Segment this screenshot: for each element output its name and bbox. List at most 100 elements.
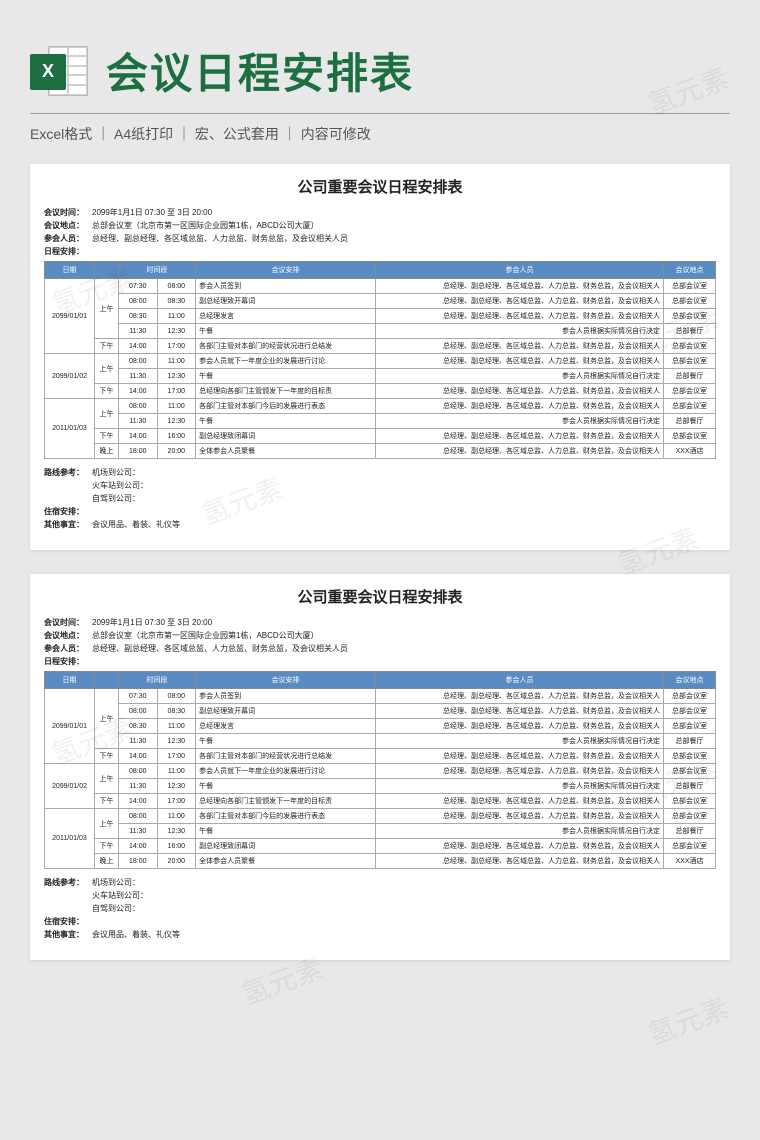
footer-row: 自驾到公司： [44,493,716,504]
cell-date: 2011/01/03 [45,809,95,869]
col-header: 日期 [45,262,95,279]
cell-time-end: 08:00 [157,279,196,294]
cell-place: 总部餐厅 [664,779,716,794]
table-row: 下午14:0016:00副总经理致闭幕词总经理、副总经理、各区域总监、人力总监、… [45,839,716,854]
cell-period: 上午 [95,279,119,339]
cell-people: 总经理、副总经理、各区域总监、人力总监、财务总监，及会议相关人 [376,689,664,704]
doc-title: 公司重要会议日程安排表 [44,586,716,607]
meta-label: 参会人员： [44,233,92,244]
page-header: X 会议日程安排表 [30,40,730,101]
cell-people: 总经理、副总经理、各区域总监、人力总监、财务总监，及会议相关人 [376,339,664,354]
table-row: 下午14:0017:00总经理向各部门主管颁发下一年度的目标责总经理、副总经理、… [45,384,716,399]
footer-value: 会议用品、着装、礼仪等 [92,929,180,940]
cell-time-start: 07:30 [119,279,158,294]
cell-people: 总经理、副总经理、各区域总监、人力总监、财务总监，及会议相关人 [376,354,664,369]
template-card: 公司重要会议日程安排表会议时间：2099年1月1日 07:30 至 3日 20:… [30,574,730,960]
table-row: 08:0008:30副总经理致开幕词总经理、副总经理、各区域总监、人力总监、财务… [45,294,716,309]
table-row: 2099/01/02上午08:0011:00参会人员就下一年度企业的发展进行讨论… [45,354,716,369]
cell-period: 上午 [95,764,119,794]
footer-row: 火车站到公司： [44,890,716,901]
cell-people: 参会人员根据实际情况自行决定 [376,414,664,429]
cell-time-start: 14:00 [119,429,158,444]
cell-place: 总部会议室 [664,339,716,354]
cell-people: 总经理、副总经理、各区域总监、人力总监、财务总监，及会议相关人 [376,309,664,324]
cell-time-end: 11:00 [157,719,196,734]
excel-icon: X [30,42,88,100]
schedule-table: 日期时间段会议安排参会人员会议地点2099/01/01上午07:3008:00参… [44,671,716,869]
cell-time-start: 08:00 [119,764,158,779]
cell-place: 总部餐厅 [664,734,716,749]
cell-time-start: 18:00 [119,444,158,459]
cell-people: 总经理、副总经理、各区域总监、人力总监、财务总监，及会议相关人 [376,399,664,414]
cell-people: 参会人员根据实际情况自行决定 [376,824,664,839]
cell-period: 下午 [95,839,119,854]
cell-place: 总部会议室 [664,279,716,294]
cell-task: 参会人员就下一年度企业的发展进行讨论 [196,764,376,779]
col-header: 会议安排 [196,262,376,279]
footer-value: 机场到公司： [92,467,140,478]
table-row: 11:3012:30午餐参会人员根据实际情况自行决定总部餐厅 [45,369,716,384]
footer-row: 住宿安排： [44,916,716,927]
cell-time-start: 14:00 [119,794,158,809]
meta-value: 总经理、副总经理、各区域总监、人力总监、财务总监，及会议相关人员 [92,643,348,654]
meta-row: 日程安排： [44,246,716,257]
cell-people: 参会人员根据实际情况自行决定 [376,324,664,339]
cell-people: 总经理、副总经理、各区域总监、人力总监、财务总监，及会议相关人 [376,764,664,779]
meta-row: 会议地点：总部会议室（北京市第一区国际企业园第1栋，ABCD公司大厦） [44,630,716,641]
page-title: 会议日程安排表 [106,40,414,101]
cell-task: 全体参会人员聚餐 [196,444,376,459]
cell-task: 各部门主管对本部门的经营状况进行总结发 [196,749,376,764]
cell-task: 总经理向各部门主管颁发下一年度的目标责 [196,794,376,809]
table-row: 11:3012:30午餐参会人员根据实际情况自行决定总部餐厅 [45,824,716,839]
col-header: 参会人员 [376,672,664,689]
cell-people: 总经理、副总经理、各区域总监、人力总监、财务总监，及会议相关人 [376,294,664,309]
table-row: 下午14:0017:00总经理向各部门主管颁发下一年度的目标责总经理、副总经理、… [45,794,716,809]
footer-label: 住宿安排： [44,506,92,517]
table-row: 2011/01/03上午08:0011:00各部门主管对本部门今后的发展进行表态… [45,399,716,414]
table-row: 11:3012:30午餐参会人员根据实际情况自行决定总部餐厅 [45,414,716,429]
footer-value: 机场到公司： [92,877,140,888]
cell-people: 总经理、副总经理、各区域总监、人力总监、财务总监，及会议相关人 [376,749,664,764]
cell-place: 总部会议室 [664,719,716,734]
cell-time-end: 08:30 [157,294,196,309]
cell-task: 全体参会人员聚餐 [196,854,376,869]
cell-people: 总经理、副总经理、各区域总监、人力总监、财务总监，及会议相关人 [376,384,664,399]
cell-people: 参会人员根据实际情况自行决定 [376,734,664,749]
cell-place: XXX酒店 [664,854,716,869]
cell-time-start: 08:00 [119,294,158,309]
cell-people: 总经理、副总经理、各区域总监、人力总监、财务总监，及会议相关人 [376,839,664,854]
table-row: 11:3012:30午餐参会人员根据实际情况自行决定总部餐厅 [45,324,716,339]
footer-label: 路线参考： [44,467,92,478]
cell-date: 2099/01/02 [45,764,95,809]
table-row: 11:3012:30午餐参会人员根据实际情况自行决定总部餐厅 [45,779,716,794]
col-header: 会议地点 [664,262,716,279]
footer-value: 火车站到公司： [92,890,148,901]
footer-row: 自驾到公司： [44,903,716,914]
footer-row: 其他事宜：会议用品、着装、礼仪等 [44,929,716,940]
cell-place: 总部会议室 [664,689,716,704]
cell-time-end: 12:30 [157,779,196,794]
cell-time-start: 11:30 [119,414,158,429]
cell-time-end: 11:00 [157,309,196,324]
cell-time-end: 11:00 [157,809,196,824]
table-row: 08:3011:00总经理发言总经理、副总经理、各区域总监、人力总监、财务总监，… [45,719,716,734]
schedule-table: 日期时间段会议安排参会人员会议地点2099/01/01上午07:3008:00参… [44,261,716,459]
cell-place: 总部会议室 [664,354,716,369]
cell-people: 总经理、副总经理、各区域总监、人力总监、财务总监，及会议相关人 [376,279,664,294]
cell-people: 总经理、副总经理、各区域总监、人力总监、财务总监，及会议相关人 [376,704,664,719]
cell-time-end: 17:00 [157,339,196,354]
cell-time-start: 14:00 [119,339,158,354]
cell-task: 参会人员就下一年度企业的发展进行讨论 [196,354,376,369]
cell-people: 总经理、副总经理、各区域总监、人力总监、财务总监，及会议相关人 [376,429,664,444]
footer-label [44,493,92,504]
cell-people: 总经理、副总经理、各区域总监、人力总监、财务总监，及会议相关人 [376,809,664,824]
cell-time-start: 08:30 [119,719,158,734]
meta-label: 日程安排： [44,656,92,667]
cell-place: 总部会议室 [664,309,716,324]
table-row: 2099/01/01上午07:3008:00参会人员签到总经理、副总经理、各区域… [45,279,716,294]
cell-time-end: 08:00 [157,689,196,704]
divider [30,113,730,114]
cell-time-start: 18:00 [119,854,158,869]
cell-task: 参会人员签到 [196,279,376,294]
meta-label: 会议地点： [44,220,92,231]
